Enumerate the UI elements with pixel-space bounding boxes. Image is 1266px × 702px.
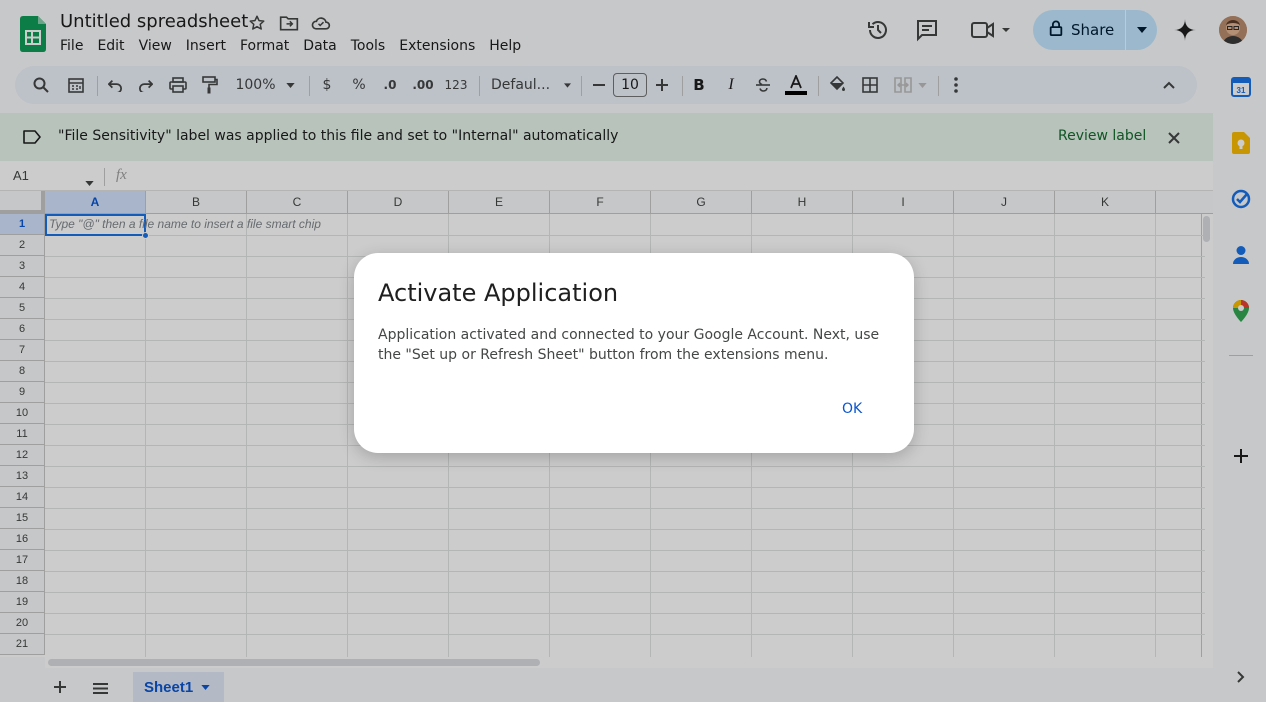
dialog-message: Application activated and connected to y… (378, 327, 880, 363)
activate-application-dialog: Activate Application Application activat… (354, 253, 914, 453)
ok-button[interactable]: OK (836, 399, 868, 419)
dialog-title: Activate Application (378, 279, 619, 307)
